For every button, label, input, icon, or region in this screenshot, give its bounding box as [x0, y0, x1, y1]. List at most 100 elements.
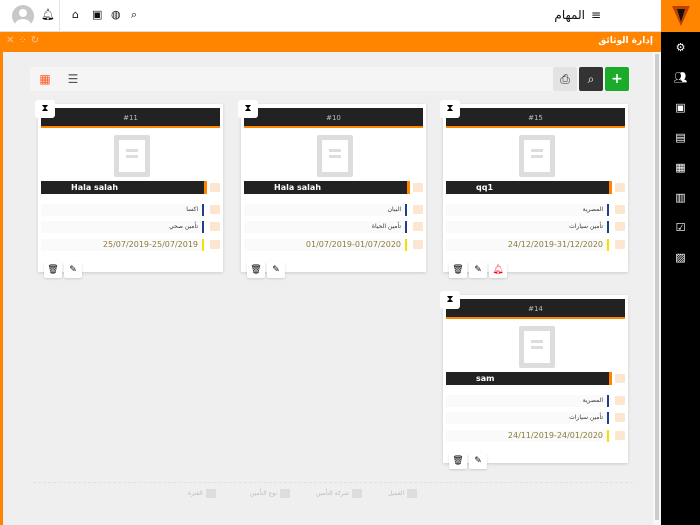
file-icon: [615, 222, 625, 231]
company: البيان: [244, 204, 407, 216]
card-header: #15: [446, 108, 625, 128]
document-icon: [519, 135, 555, 177]
legend: العميل شركة التأمين نوع التأمين الفترة: [33, 482, 633, 498]
page-title-text: المهام: [554, 8, 585, 22]
period: 25/07/2019-25/07/2019: [41, 239, 204, 251]
avatar[interactable]: [12, 5, 34, 27]
building-icon: [210, 205, 220, 214]
policy-card: #15 ⧗ qq1 المصرية تأمين سيارات 24/12/201…: [440, 100, 628, 278]
client-name: sam: [446, 372, 612, 385]
scrollbar[interactable]: [653, 52, 661, 525]
calendar-icon: [615, 240, 625, 249]
policy-card: #10 ⧗ Hala salah البيان تأمين الحياة 01/…: [238, 100, 426, 278]
policy-id: #15: [528, 114, 543, 122]
building-icon: [615, 205, 625, 214]
building-icon[interactable]: ▦: [661, 152, 700, 182]
hourglass-icon: ⧗: [238, 100, 258, 118]
delete-button[interactable]: 🗑︎: [44, 262, 62, 278]
page-title[interactable]: ≡ المهام: [554, 8, 601, 22]
edit-button[interactable]: ✎: [267, 262, 285, 278]
client-name: Hala salah: [244, 181, 410, 194]
client-name: Hala salah: [41, 181, 207, 194]
file-icon: [413, 222, 423, 231]
legend-period: الفترة: [188, 490, 203, 497]
folder-user-icon[interactable]: ▤: [661, 122, 700, 152]
alert-bell-button[interactable]: 🔔︎: [489, 262, 507, 278]
bell-icon[interactable]: 🔔︎: [41, 8, 55, 21]
legend-company: شركة التأمين: [316, 490, 350, 497]
calendar-icon: [205, 489, 216, 498]
settings-icon[interactable]: ⚙: [661, 32, 700, 62]
insurance-type: تأمين سيارات: [446, 412, 609, 424]
insurance-type: تأمين سيارات: [446, 221, 609, 233]
hourglass-icon: ⧗: [440, 291, 460, 309]
company: المصرية: [446, 204, 609, 216]
content-area: ▦ ☰ ⎙ ⌕ + #15 ⧗ qq1 المصرية تأمين سيارات…: [0, 52, 661, 525]
search-button[interactable]: ⌕: [579, 67, 603, 91]
period: 01/07/2019-01/07/2020: [244, 239, 407, 251]
add-button[interactable]: +: [605, 67, 629, 91]
policy-card: #11 ⧗ Hala salah اكسا تأمين صحي 25/07/20…: [35, 100, 223, 278]
card-header: #14: [446, 299, 625, 319]
client-folder-icon: [413, 183, 423, 192]
file-icon: [210, 222, 220, 231]
search-icon[interactable]: ⌕: [131, 8, 137, 22]
file-icon: [615, 413, 625, 422]
client-folder-icon: [210, 183, 220, 192]
users-icon[interactable]: 👥︎: [661, 62, 700, 92]
print-button[interactable]: ⎙: [553, 67, 577, 91]
document-icon: [519, 326, 555, 368]
document-icon: [279, 489, 290, 498]
client-icon: [407, 489, 418, 498]
panel-controls[interactable]: ✕⁘↻: [6, 35, 43, 46]
legend-client: العميل: [388, 490, 405, 497]
list-view-icon[interactable]: ☰: [61, 67, 85, 91]
policy-id: #14: [528, 305, 543, 313]
company: المصرية: [446, 395, 609, 407]
grid-view-icon[interactable]: ▦: [33, 67, 57, 91]
delete-button[interactable]: 🗑︎: [449, 262, 467, 278]
archive-icon[interactable]: ▣: [661, 92, 700, 122]
sidebar: ⚙ 👥︎ ▣ ▤ ▦ ▥ ☑ ▨: [661, 32, 700, 525]
insurance-type: تأمين صحي: [41, 221, 204, 233]
policy-id: #11: [123, 114, 138, 122]
edit-button[interactable]: ✎: [64, 262, 82, 278]
building-icon: [413, 205, 423, 214]
home-icon[interactable]: ⌂: [72, 8, 79, 21]
client-folder-icon: [615, 374, 625, 383]
calendar-check-icon[interactable]: ☑: [661, 212, 700, 242]
policy-card: #14 ⧗ sam المصرية تأمين سيارات 24/11/201…: [440, 291, 628, 469]
delete-button[interactable]: 🗑︎: [247, 262, 265, 278]
building-icon: [615, 396, 625, 405]
client-name: qq1: [446, 181, 612, 194]
policy-id: #10: [326, 114, 341, 122]
edit-button[interactable]: ✎: [469, 262, 487, 278]
top-bar: 🔔︎ ⌂ ▣ ◍ ⌕ ≡ المهام: [0, 0, 661, 32]
globe-icon[interactable]: ◍: [111, 8, 121, 21]
card-header: #10: [244, 108, 423, 128]
clipboard-icon[interactable]: ▥: [661, 182, 700, 212]
company: اكسا: [41, 204, 204, 216]
legend-type: نوع التأمين: [250, 490, 277, 497]
hourglass-icon: ⧗: [35, 100, 55, 118]
company-icon: [352, 489, 363, 498]
logo[interactable]: [661, 0, 700, 32]
client-folder-icon: [615, 183, 625, 192]
chart-icon[interactable]: ▨: [661, 242, 700, 272]
card-header: #11: [41, 108, 220, 128]
calendar-icon: [413, 240, 423, 249]
calendar-icon: [615, 431, 625, 440]
period: 24/12/2019-31/12/2020: [446, 239, 609, 251]
insurance-type: تأمين الحياة: [244, 221, 407, 233]
toolbar: ▦ ☰ ⎙ ⌕ +: [30, 67, 630, 91]
document-icon: [114, 135, 150, 177]
save-icon[interactable]: ▣: [92, 8, 102, 21]
document-icon: [317, 135, 353, 177]
panel-header: ✕⁘↻ إدارة الوثائق: [0, 32, 661, 52]
menu-icon[interactable]: ≡: [591, 8, 601, 22]
calendar-icon: [210, 240, 220, 249]
delete-button[interactable]: 🗑︎: [449, 453, 467, 469]
hourglass-icon: ⧗: [440, 100, 460, 118]
panel-title: إدارة الوثائق: [598, 36, 653, 46]
edit-button[interactable]: ✎: [469, 453, 487, 469]
